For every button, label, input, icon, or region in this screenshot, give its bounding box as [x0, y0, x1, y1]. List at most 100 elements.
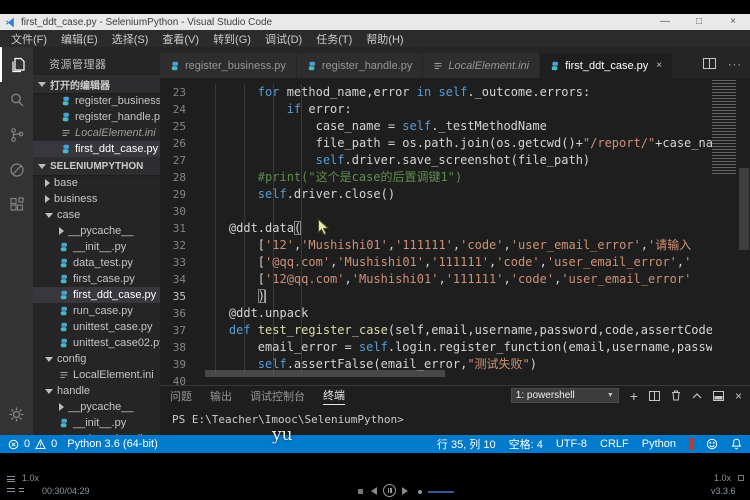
open-editors-header[interactable]: 打开的编辑器 — [33, 75, 160, 93]
code-line[interactable]: 27 self.driver.save_screenshot(file_path… — [160, 152, 712, 169]
split-editor-icon[interactable] — [703, 56, 716, 74]
language-mode[interactable]: Python — [642, 438, 676, 450]
maximize-panel-icon[interactable] — [692, 392, 702, 399]
debug-icon[interactable] — [0, 152, 33, 187]
code-line[interactable]: 38 email_error = self.login.register_fun… — [160, 339, 712, 356]
line-number[interactable]: 36 — [160, 305, 200, 322]
line-number[interactable]: 34 — [160, 271, 200, 288]
menu-item-3[interactable]: 查看(V) — [155, 31, 206, 47]
code-line[interactable]: 26 file_path = os.path.join(os.getcwd()+… — [160, 135, 712, 152]
tree-item[interactable]: __pycache__ — [33, 399, 160, 415]
maximize-button[interactable]: □ — [682, 14, 716, 30]
eol[interactable]: CRLF — [600, 438, 629, 450]
tree-item[interactable]: data_test.py — [33, 255, 160, 271]
tree-item[interactable]: unittest_case02.py — [33, 335, 160, 351]
tree-item[interactable]: __init__.py — [33, 415, 160, 431]
code-line[interactable]: 34 ['12@qq.com','Mushishi01','111111','c… — [160, 271, 712, 288]
shell-selector[interactable]: 1: powershell ▼ — [510, 388, 619, 403]
menu-item-1[interactable]: 编辑(E) — [54, 31, 105, 47]
minimize-button[interactable]: — — [648, 14, 682, 30]
minimap[interactable] — [712, 80, 736, 176]
source-control-icon[interactable] — [0, 117, 33, 152]
line-number[interactable]: 29 — [160, 186, 200, 203]
stop-icon[interactable] — [358, 489, 363, 494]
tree-item[interactable]: handle — [33, 383, 160, 399]
rate-toggle-icon[interactable] — [738, 475, 744, 481]
code-line[interactable]: 28 #print("这个是case的后置调键1") — [160, 169, 712, 186]
menu-item-5[interactable]: 调试(D) — [258, 31, 309, 47]
close-button[interactable]: × — [716, 14, 750, 30]
cursor-position[interactable]: 行 35, 列 10 — [437, 436, 496, 452]
menu-item-2[interactable]: 选择(S) — [105, 31, 156, 47]
more-actions-icon[interactable]: ··· — [728, 59, 742, 71]
line-number[interactable]: 26 — [160, 135, 200, 152]
volume-icon[interactable] — [418, 490, 422, 494]
pause-mini-icon[interactable] — [19, 488, 24, 492]
open-editor-item[interactable]: LocalElement.inic... — [33, 125, 160, 141]
line-number[interactable]: 28 — [160, 169, 200, 186]
play-pause-button[interactable] — [383, 484, 396, 497]
tree-item[interactable]: __init__.py — [33, 239, 160, 255]
tree-item[interactable]: first_case.py — [33, 271, 160, 287]
menu-item-4[interactable]: 转到(G) — [206, 31, 258, 47]
line-number[interactable]: 25 — [160, 118, 200, 135]
open-editor-item[interactable]: register_business.p... — [33, 93, 160, 109]
open-editor-item[interactable]: first_ddt_case.pyc... — [33, 141, 160, 157]
line-number[interactable]: 33 — [160, 254, 200, 271]
line-number[interactable]: 37 — [160, 322, 200, 339]
code-line[interactable]: 25 case_name = self._testMethodName — [160, 118, 712, 135]
search-icon[interactable] — [0, 82, 33, 117]
new-terminal-icon[interactable]: + — [630, 389, 638, 403]
problems-indicator[interactable]: 0 0 — [8, 438, 57, 450]
line-number[interactable]: 31 — [160, 220, 200, 237]
close-tab-icon[interactable]: × — [656, 60, 662, 71]
terminal-output[interactable]: PS E:\Teacher\Imooc\SeleniumPython> — [160, 405, 750, 426]
menu-icon[interactable] — [7, 488, 15, 492]
python-interpreter[interactable]: Python 3.6 (64-bit) — [67, 438, 158, 450]
code-line[interactable]: 32 ['12','Mushishi01','111111','code','u… — [160, 237, 712, 254]
menu-item-0[interactable]: 文件(F) — [4, 31, 54, 47]
notifications-bell-icon[interactable] — [731, 438, 742, 450]
encoding[interactable]: UTF-8 — [556, 438, 587, 450]
tab-terminal[interactable]: 终端 — [323, 387, 345, 405]
code-line[interactable]: 31 @ddt.data( — [160, 220, 712, 237]
playlist-icon[interactable] — [7, 476, 15, 482]
tab-1[interactable]: register_handle.py — [296, 53, 424, 78]
line-number[interactable]: 23 — [160, 84, 200, 101]
kill-terminal-icon[interactable] — [671, 390, 681, 401]
project-header[interactable]: SELENIUMPYTHON — [33, 157, 160, 175]
line-number[interactable]: 35 — [160, 288, 200, 305]
menu-item-7[interactable]: 帮助(H) — [359, 31, 410, 47]
tab-3[interactable]: first_ddt_case.py × — [540, 53, 674, 78]
line-number[interactable]: 40 — [160, 373, 200, 385]
panel-layout-icon[interactable] — [712, 390, 724, 401]
line-number[interactable]: 27 — [160, 152, 200, 169]
code-line[interactable]: 33 ['@qq.com','Mushishi01','111111','cod… — [160, 254, 712, 271]
tab-2[interactable]: LocalElement.ini — [423, 53, 541, 78]
vertical-scrollbar[interactable] — [739, 168, 749, 250]
tree-item[interactable]: __pycache__ — [33, 223, 160, 239]
tree-item[interactable]: case — [33, 207, 160, 223]
code-line[interactable]: 29 self.driver.close() — [160, 186, 712, 203]
split-terminal-icon[interactable] — [648, 390, 660, 401]
open-editor-item[interactable]: register_handle.py... — [33, 109, 160, 125]
extensions-icon[interactable] — [0, 187, 33, 222]
line-number[interactable]: 30 — [160, 203, 200, 220]
code-line[interactable]: 30 — [160, 203, 712, 220]
tab-output[interactable]: 输出 — [210, 388, 232, 404]
next-icon[interactable] — [402, 487, 408, 495]
line-number[interactable]: 38 — [160, 339, 200, 356]
code-line[interactable]: 23 for method_name,error in self._outcom… — [160, 84, 712, 101]
line-number[interactable]: 32 — [160, 237, 200, 254]
tab-0[interactable]: register_business.py — [160, 53, 297, 78]
code-line[interactable]: 35 ) — [160, 288, 712, 305]
code-editor[interactable]: 23 for method_name,error in self._outcom… — [160, 78, 750, 385]
settings-gear-icon[interactable] — [0, 406, 33, 423]
feedback-smiley-icon[interactable] — [706, 438, 718, 450]
horizontal-scrollbar[interactable] — [205, 370, 445, 377]
code-line[interactable]: 37 def test_register_case(self,email,use… — [160, 322, 712, 339]
tree-item[interactable]: config — [33, 351, 160, 367]
tree-item[interactable]: first_ddt_case.py — [33, 287, 160, 303]
tab-debug-console[interactable]: 调试控制台 — [250, 388, 305, 404]
tree-item[interactable]: business — [33, 191, 160, 207]
